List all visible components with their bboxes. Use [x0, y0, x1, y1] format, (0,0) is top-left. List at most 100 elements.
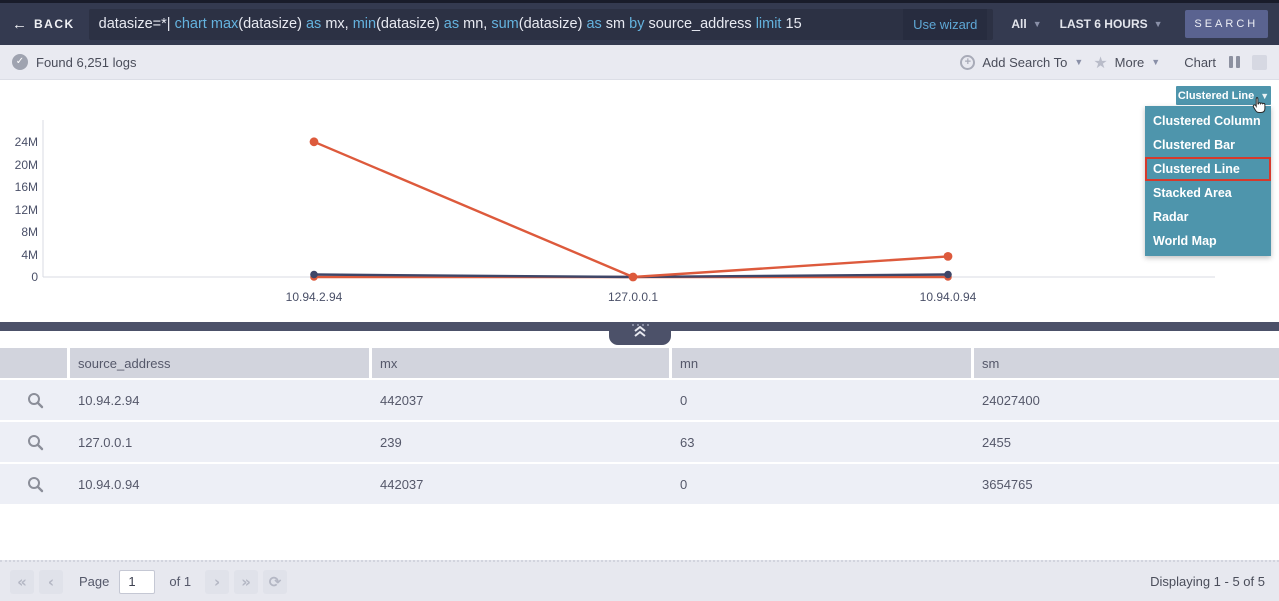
query-segment: (datasize) [238, 16, 306, 32]
y-axis-tick: 20M [0, 158, 38, 172]
time-range-value: LAST 6 HOURS [1060, 17, 1148, 31]
table-cell: 24027400 [974, 380, 1279, 420]
split-panel-icon[interactable] [1226, 54, 1242, 70]
query-segment: mn, [463, 16, 491, 32]
time-range-dropdown[interactable]: LAST 6 HOURS ▼ [1060, 17, 1163, 31]
chevron-down-icon: ▼ [1151, 57, 1160, 67]
page-label: Page [79, 574, 109, 589]
query-segment: mx, [325, 16, 352, 32]
query-segment: chart [175, 16, 211, 32]
search-query-input[interactable]: datasize=*| chart max(datasize) as mx, m… [89, 9, 994, 40]
table-row[interactable]: 10.94.0.9444203703654765 [0, 464, 1279, 504]
chart-type-menu: Clustered ColumnClustered BarClustered L… [1145, 106, 1271, 256]
table-column-header-sm[interactable]: sm [974, 348, 1279, 378]
chart-panel-label: Chart [1184, 55, 1216, 70]
query-segment: as [444, 16, 463, 32]
table-header-icon-spacer [0, 348, 70, 378]
y-axis-tick: 12M [0, 203, 38, 217]
search-query-text: datasize=*| chart max(datasize) as mx, m… [99, 16, 802, 32]
series-line-sm [314, 142, 948, 277]
chart-type-option-clustered-line[interactable]: Clustered Line [1145, 157, 1271, 181]
x-axis-label: 10.94.2.94 [286, 290, 343, 304]
table-cell: 442037 [372, 464, 672, 504]
chart-type-selected: Clustered Line [1178, 90, 1254, 102]
grid-panel-icon[interactable] [1252, 55, 1267, 70]
last-page-button[interactable]: » [234, 570, 258, 594]
row-search-icon[interactable] [0, 380, 70, 420]
first-page-button[interactable]: « [10, 570, 34, 594]
data-point-mx[interactable] [310, 271, 318, 279]
row-search-icon[interactable] [0, 464, 70, 504]
scope-value: All [1011, 17, 1026, 31]
clustered-line-chart [0, 80, 1279, 322]
page-number-input[interactable] [119, 570, 155, 594]
chart-type-option-radar[interactable]: Radar [1145, 205, 1271, 229]
query-segment: 15 [786, 16, 802, 32]
table-cell: 442037 [372, 380, 672, 420]
back-label: BACK [34, 17, 75, 31]
chart-section: 24M20M16M12M8M4M0 10.94.2.94127.0.0.110.… [0, 80, 1279, 322]
data-point-sm[interactable] [310, 137, 319, 146]
y-axis-tick: 16M [0, 180, 38, 194]
table-cell: 239 [372, 422, 672, 462]
table-cell: 10.94.2.94 [70, 380, 372, 420]
displaying-status: Displaying 1 - 5 of 5 [1150, 574, 1269, 589]
query-segment: min [353, 16, 376, 32]
previous-page-button[interactable]: ‹ [39, 570, 63, 594]
query-segment: by [629, 16, 648, 32]
add-search-to-button[interactable]: + Add Search To ▼ [960, 55, 1083, 70]
data-point-mx[interactable] [944, 271, 952, 279]
query-segment: as [586, 16, 605, 32]
chevron-down-icon: ▼ [1033, 19, 1042, 29]
y-axis-tick: 0 [0, 270, 38, 284]
table-column-header-mx[interactable]: mx [372, 348, 672, 378]
table-column-header-mn[interactable]: mn [672, 348, 974, 378]
chevron-down-icon: ▼ [1154, 19, 1163, 29]
table-cell: 0 [672, 464, 974, 504]
more-button[interactable]: ★ More ▼ [1093, 53, 1160, 72]
page-of-label: of 1 [169, 574, 191, 589]
table-column-header-source_address[interactable]: source_address [70, 348, 372, 378]
back-arrow-icon: ← [12, 16, 27, 33]
query-segment: as [306, 16, 325, 32]
search-app: ← BACK datasize=*| chart max(datasize) a… [0, 0, 1279, 601]
y-axis-tick: 24M [0, 135, 38, 149]
next-page-button[interactable]: › [205, 570, 229, 594]
chart-type-option-clustered-column[interactable]: Clustered Column [1145, 109, 1271, 133]
plus-circle-icon: + [960, 55, 975, 70]
refresh-icon[interactable]: ⟳ [263, 570, 287, 594]
table-row[interactable]: 10.94.2.94442037024027400 [0, 380, 1279, 420]
more-label: More [1115, 55, 1145, 70]
search-topbar: ← BACK datasize=*| chart max(datasize) a… [0, 0, 1279, 45]
search-button[interactable]: SEARCH [1185, 10, 1268, 38]
collapse-panel-handle[interactable] [609, 322, 671, 345]
query-segment: source_address [648, 16, 755, 32]
back-button[interactable]: ← BACK [0, 3, 89, 45]
query-segment: limit [756, 16, 786, 32]
check-circle-icon: ✓ [12, 54, 28, 70]
chart-type-dropdown-button[interactable]: Clustered Line ▼ [1176, 86, 1271, 105]
chart-type-option-stacked-area[interactable]: Stacked Area [1145, 181, 1271, 205]
query-segment: max [211, 16, 238, 32]
scope-dropdown[interactable]: All ▼ [1011, 17, 1041, 31]
use-wizard-link[interactable]: Use wizard [903, 9, 987, 40]
y-axis-tick: 8M [0, 225, 38, 239]
chart-type-option-clustered-bar[interactable]: Clustered Bar [1145, 133, 1271, 157]
star-icon: ★ [1093, 53, 1107, 72]
table-cell: 63 [672, 422, 974, 462]
table-cell: 0 [672, 380, 974, 420]
data-point-sm[interactable] [629, 273, 638, 282]
query-segment: (datasize) [376, 16, 444, 32]
chart-type-option-world-map[interactable]: World Map [1145, 229, 1271, 253]
data-point-sm[interactable] [944, 252, 953, 261]
results-bar-actions: + Add Search To ▼ ★ More ▼ Chart [960, 53, 1267, 72]
aggregate-table: source_addressmxmnsm 10.94.2.94442037024… [0, 348, 1279, 506]
table-cell: 2455 [974, 422, 1279, 462]
x-axis-label: 10.94.0.94 [920, 290, 977, 304]
x-axis-label: 127.0.0.1 [608, 290, 658, 304]
query-segment: datasize=*| [99, 16, 175, 32]
row-search-icon[interactable] [0, 422, 70, 462]
query-segment: sm [606, 16, 629, 32]
table-row[interactable]: 127.0.0.1239632455 [0, 422, 1279, 462]
query-segment: sum [491, 16, 518, 32]
